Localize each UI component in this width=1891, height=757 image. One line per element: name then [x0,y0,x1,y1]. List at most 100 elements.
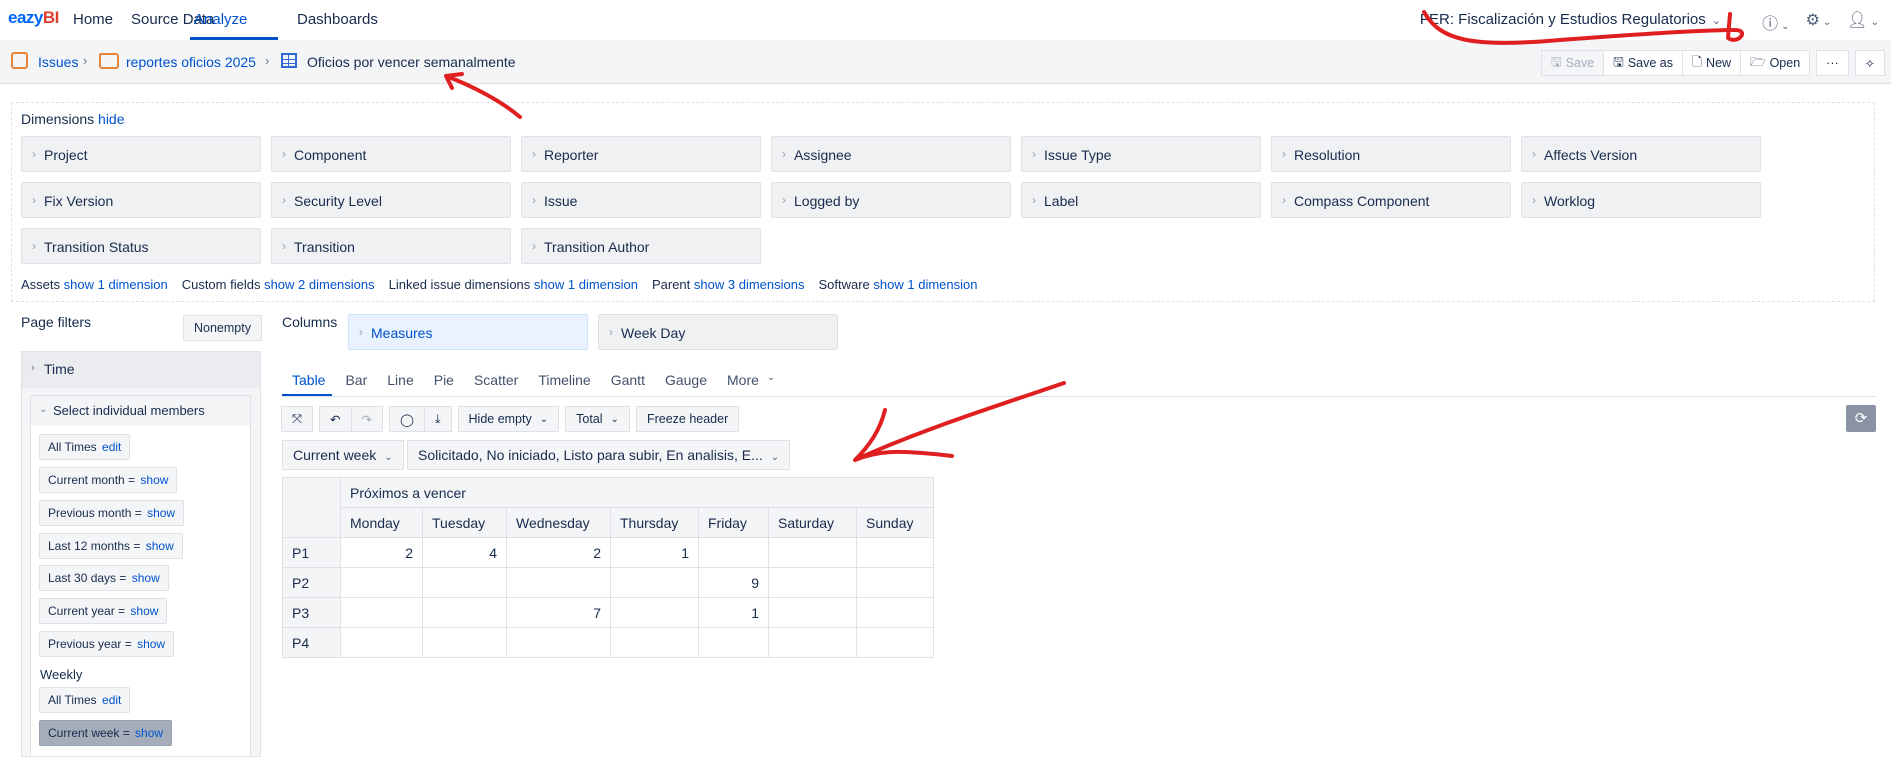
dimension-card[interactable]: › Issue Type [1021,136,1261,172]
tab-line[interactable]: Line [387,372,413,396]
dimension-card[interactable]: › Resolution [1271,136,1511,172]
table-cell[interactable]: 1 [610,537,699,568]
table-cell[interactable]: 9 [698,567,769,598]
tab-table[interactable]: Table [292,372,325,396]
member-link[interactable]: show [132,571,160,585]
table-cell[interactable] [340,627,423,658]
nav-dashboards[interactable]: Dashboards [297,11,378,28]
table-cell[interactable] [768,567,857,598]
more-actions-button[interactable]: ··· [1816,50,1849,76]
member-chip[interactable]: Current month = show [39,467,178,493]
row-header[interactable]: P4 [282,627,341,658]
table-cell[interactable] [768,537,857,568]
member-link[interactable]: show [140,473,168,487]
comment-button[interactable]: ◯ [388,406,425,432]
dimension-card[interactable]: › Component [271,136,511,172]
dimension-card[interactable]: › Security Level [271,182,511,218]
help-icon[interactable]: ⓘ ⌄ [1762,10,1789,34]
ai-assistant-button[interactable]: ✧ [1854,50,1886,76]
export-button[interactable]: ⤓ [423,406,452,432]
table-cell[interactable] [610,597,699,628]
row-header[interactable]: P3 [282,597,341,628]
dimension-group-link[interactable]: show 1 dimension [873,277,977,292]
member-link[interactable]: show [147,506,175,520]
tab-gauge[interactable]: Gauge [665,372,707,396]
week-selector[interactable]: Current week ⌄ [282,440,404,470]
table-cell[interactable] [856,537,934,568]
table-cell[interactable] [698,627,769,658]
hide-empty-dropdown[interactable]: Hide empty ⌄ [457,406,560,432]
time-dimension-header[interactable]: › Time [22,352,260,388]
dimension-card[interactable]: › Transition Author [521,228,761,264]
dimension-card[interactable]: › Logged by [771,182,1011,218]
open-button[interactable]: 🗁︎ Open [1740,50,1811,76]
status-selector[interactable]: Solicitado, No iniciado, Listo para subi… [407,440,791,470]
dimension-card[interactable]: › Compass Component [1271,182,1511,218]
undo-button[interactable]: ↶ [319,406,352,432]
save-as-button[interactable]: 🖫︎ Save as [1603,50,1683,76]
save-button[interactable]: 🖫︎ Save [1541,50,1605,76]
table-cell[interactable] [768,597,857,628]
tab-more[interactable]: More [727,372,759,396]
table-cell[interactable]: 2 [340,537,423,568]
tab-scatter[interactable]: Scatter [474,372,518,396]
gear-icon[interactable]: ⚙ ⌄ [1806,10,1832,34]
member-link[interactable]: show [146,539,174,553]
dimension-card[interactable]: › Label [1021,182,1261,218]
dimension-group-link[interactable]: show 3 dimensions [694,277,805,292]
table-cell[interactable]: 2 [506,537,611,568]
table-cell[interactable] [768,627,857,658]
dimension-group-link[interactable]: show 2 dimensions [264,277,375,292]
table-cell[interactable]: 1 [698,597,769,628]
dimension-card[interactable]: › Worklog [1521,182,1761,218]
table-cell[interactable] [698,537,769,568]
dimension-card[interactable]: › Fix Version [21,182,261,218]
dimension-group-link[interactable]: show 1 dimension [534,277,638,292]
table-cell[interactable]: 7 [506,597,611,628]
redo-button[interactable]: ↷ [350,406,383,432]
row-header[interactable]: P1 [282,537,341,568]
table-cell[interactable] [340,597,423,628]
table-cell[interactable] [856,597,934,628]
column-measures[interactable]: › Measures [348,314,588,350]
dimension-card[interactable]: › Project [21,136,261,172]
member-chip[interactable]: Previous month = show [39,500,185,526]
tab-pie[interactable]: Pie [434,372,454,396]
dimension-card[interactable]: › Transition [271,228,511,264]
dimension-card[interactable]: › Affects Version [1521,136,1761,172]
member-chip[interactable]: Current year = show [39,598,168,624]
table-cell[interactable] [856,567,934,598]
nav-analyze[interactable]: Analyze [194,11,247,28]
new-button[interactable]: 🗋︎ New [1681,50,1742,76]
freeze-header-button[interactable]: Freeze header [635,406,740,432]
member-chip[interactable]: All Times edit [39,434,131,460]
column-week-day[interactable]: › Week Day [598,314,838,350]
dimension-card[interactable]: › Reporter [521,136,761,172]
nav-home[interactable]: Home [73,11,113,28]
table-cell[interactable] [506,627,611,658]
member-link[interactable]: show [135,726,163,740]
eazybi-logo[interactable]: eazyBI [8,8,59,28]
table-cell[interactable] [422,597,507,628]
table-cell[interactable] [610,567,699,598]
table-cell[interactable] [856,627,934,658]
tab-timeline[interactable]: Timeline [538,372,590,396]
dimension-card[interactable]: › Transition Status [21,228,261,264]
hide-dimensions-link[interactable]: hide [98,111,124,127]
tab-bar[interactable]: Bar [345,372,367,396]
breadcrumb-issues[interactable]: Issues [38,54,78,70]
member-link[interactable]: edit [102,440,121,454]
total-dropdown[interactable]: Total ⌄ [565,406,630,432]
table-cell[interactable]: 4 [422,537,507,568]
table-cell[interactable] [422,627,507,658]
table-cell[interactable] [422,567,507,598]
table-cell[interactable] [610,627,699,658]
account-selector[interactable]: FER: Fiscalización y Estudios Regulatori… [1420,11,1721,28]
refresh-button[interactable]: ⟳ [1846,405,1876,432]
table-cell[interactable] [340,567,423,598]
fullscreen-button[interactable]: ⤧ [281,406,314,432]
member-link[interactable]: edit [102,693,121,707]
table-cell[interactable] [506,567,611,598]
tab-gantt[interactable]: Gantt [611,372,645,396]
select-members-header[interactable]: ⌄ Select individual members [31,396,250,426]
